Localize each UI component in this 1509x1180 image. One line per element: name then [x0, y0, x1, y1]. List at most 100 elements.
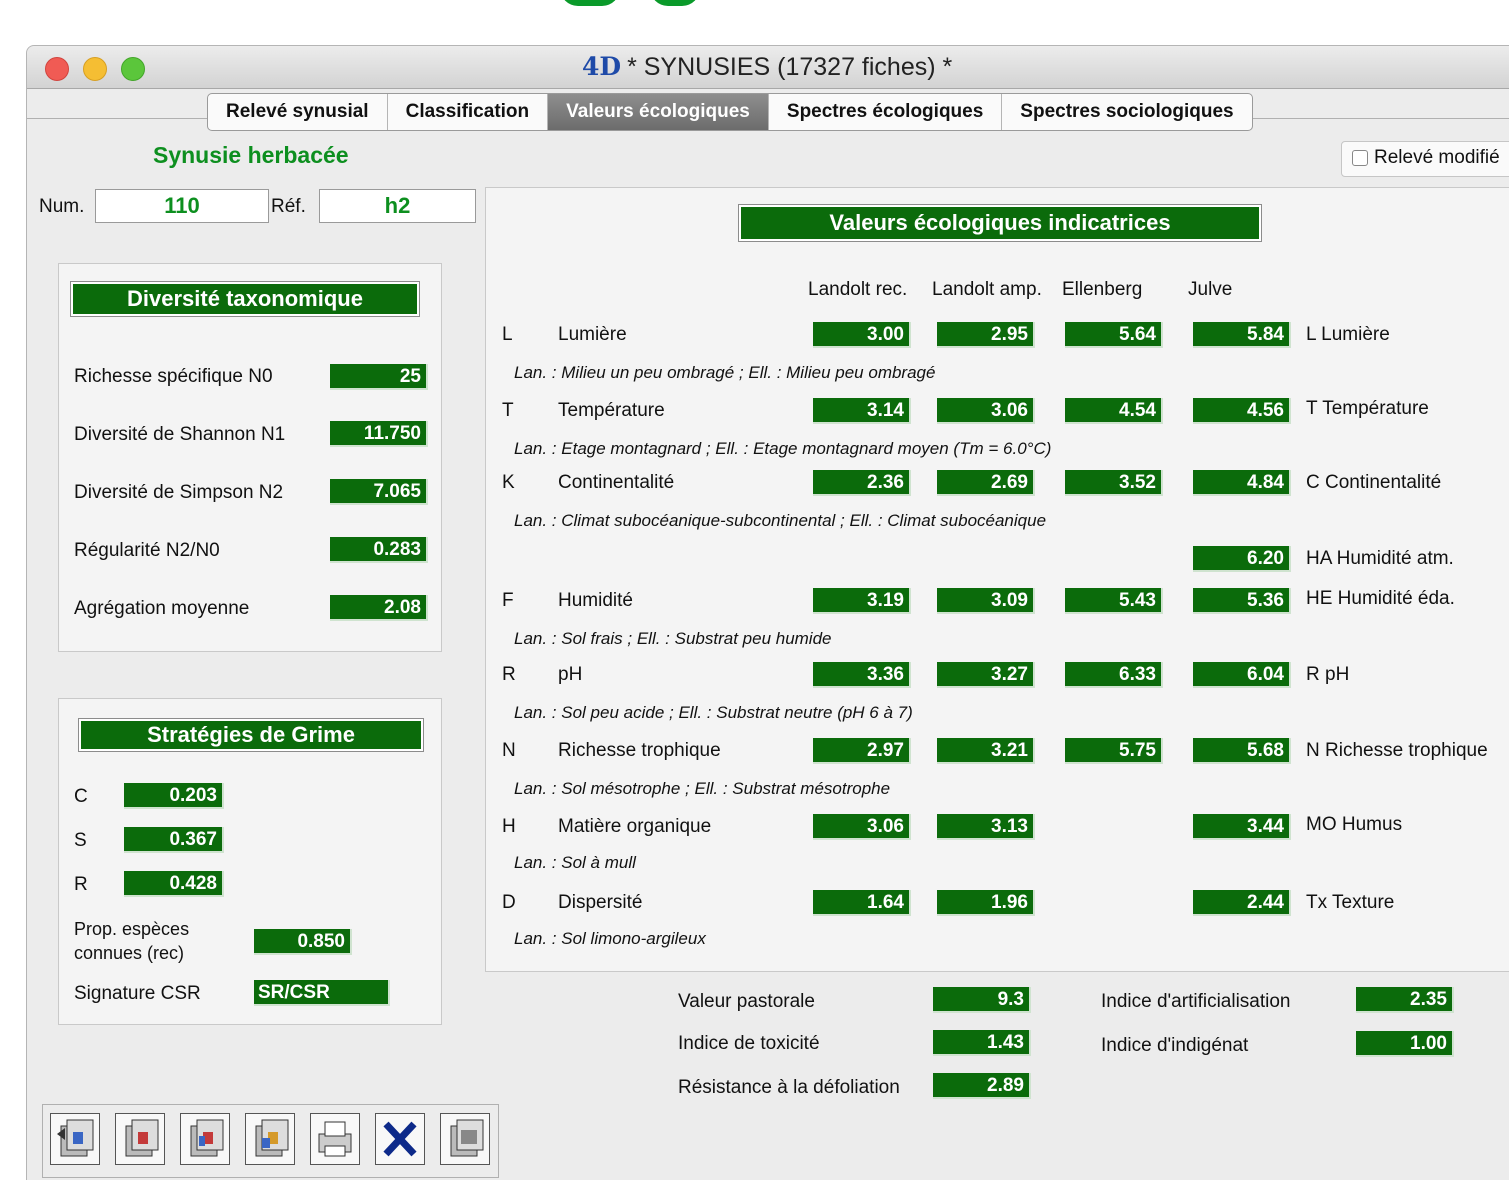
julve-value: 6.04 — [1193, 662, 1291, 688]
valeur-pastorale-label: Valeur pastorale — [678, 991, 815, 1012]
next-record-icon — [190, 1119, 224, 1157]
julve-value: 5.36 — [1193, 588, 1291, 614]
grime-s-label: S — [74, 830, 87, 851]
synusie-title: Synusie herbacée — [153, 142, 349, 168]
defoliation-label: Résistance à la défoliation — [678, 1077, 900, 1098]
defoliation-value: 2.89 — [933, 1073, 1031, 1099]
record-toolbar — [42, 1104, 499, 1178]
tab-classification[interactable]: Classification — [388, 94, 549, 130]
checkbox-box[interactable] — [1352, 150, 1368, 166]
artificialisation-label: Indice d'artificialisation — [1101, 991, 1291, 1012]
tab-spectres-ecologiques[interactable]: Spectres écologiques — [769, 94, 1003, 130]
julve-label: N Richesse trophique — [1306, 740, 1488, 761]
prop-value: 0.850 — [254, 929, 352, 955]
richesse-label: Richesse spécifique N0 — [74, 366, 273, 387]
simpson-label: Diversité de Simpson N2 — [74, 482, 284, 503]
delete-button[interactable] — [375, 1113, 425, 1165]
last-record-icon — [255, 1119, 289, 1157]
landolt-rec-value: 2.97 — [813, 738, 911, 764]
valeur-pastorale-value: 9.3 — [933, 987, 1031, 1013]
row-name: Continentalité — [558, 472, 675, 493]
save-icon — [450, 1119, 484, 1157]
ellenberg-value: 5.64 — [1065, 322, 1163, 348]
julve-value: 4.84 — [1193, 470, 1291, 496]
row-name: Dispersité — [558, 892, 643, 913]
julve-label: C Continentalité — [1306, 472, 1442, 493]
col-ellenberg: Ellenberg — [1062, 279, 1143, 300]
landolt-amp-value: 1.96 — [937, 890, 1035, 916]
ref-field[interactable]: h2 — [319, 189, 476, 223]
row-code: K — [502, 472, 515, 493]
diversite-panel: Diversité taxonomique Richesse spécifiqu… — [58, 263, 442, 652]
ellenberg-value: 4.54 — [1065, 398, 1163, 424]
tab-spectres-sociologiques[interactable]: Spectres sociologiques — [1002, 94, 1251, 130]
zoom-window-button[interactable] — [121, 57, 145, 81]
tab-releve-synusial[interactable]: Relevé synusial — [208, 94, 388, 130]
close-window-button[interactable] — [45, 57, 69, 81]
landolt-amp-value: 3.13 — [937, 814, 1035, 840]
julve-value: 6.20 — [1193, 546, 1291, 572]
signature-value: SR/CSR — [254, 980, 390, 1006]
row-note: Lan. : Sol frais ; Ell. : Substrat peu h… — [514, 629, 832, 648]
print-button[interactable] — [310, 1113, 360, 1165]
row-note: Lan. : Etage montagnard ; Ell. : Etage m… — [514, 439, 1052, 458]
landolt-amp-value: 2.69 — [937, 470, 1035, 496]
landolt-rec-value: 3.06 — [813, 814, 911, 840]
indigenat-label: Indice d'indigénat — [1101, 1035, 1249, 1056]
tab-valeurs-ecologiques[interactable]: Valeurs écologiques — [548, 94, 769, 130]
row-name: Température — [558, 400, 665, 421]
row-note: Lan. : Milieu un peu ombragé ; Ell. : Mi… — [514, 363, 936, 382]
diversite-title: Diversité taxonomique — [71, 282, 419, 316]
grime-title: Stratégies de Grime — [79, 719, 423, 751]
landolt-amp-value: 2.95 — [937, 322, 1035, 348]
ellenberg-value: 5.43 — [1065, 588, 1163, 614]
julve-label: MO Humus — [1306, 814, 1403, 835]
agregation-value: 2.08 — [330, 595, 428, 621]
top-decoration — [560, 0, 860, 6]
ecol-title: Valeurs écologiques indicatrices — [739, 205, 1261, 241]
print-icon — [318, 1121, 352, 1157]
julve-value: 2.44 — [1193, 890, 1291, 916]
title-bar: 4D * SYNUSIES (17327 fiches) * — [27, 46, 1509, 89]
row-note: Lan. : Sol peu acide ; Ell. : Substrat n… — [514, 703, 913, 722]
julve-value: 4.56 — [1193, 398, 1291, 424]
previous-record-button[interactable] — [115, 1113, 165, 1165]
row-name: pH — [558, 664, 583, 685]
col-landolt-amp: Landolt amp. — [932, 279, 1042, 300]
ellenberg-value: 3.52 — [1065, 470, 1163, 496]
minimize-window-button[interactable] — [83, 57, 107, 81]
richesse-value: 25 — [330, 364, 428, 390]
agregation-label: Agrégation moyenne — [74, 598, 250, 619]
first-record-button[interactable] — [50, 1113, 100, 1165]
releve-modifie-checkbox[interactable]: Relevé modifié — [1341, 141, 1509, 177]
grime-panel: Stratégies de Grime C 0.203 S 0.367 R 0.… — [58, 698, 442, 1025]
num-field[interactable]: 110 — [95, 189, 269, 223]
landolt-rec-value: 3.36 — [813, 662, 911, 688]
landolt-rec-value: 3.14 — [813, 398, 911, 424]
landolt-amp-value: 3.27 — [937, 662, 1035, 688]
simpson-value: 7.065 — [330, 479, 428, 505]
shannon-label: Diversité de Shannon N1 — [74, 424, 286, 445]
row-code: F — [502, 590, 514, 611]
row-code: T — [502, 400, 514, 421]
save-button[interactable] — [440, 1113, 490, 1165]
julve-value: 3.44 — [1193, 814, 1291, 840]
prop-label-line2: connues (rec) — [74, 943, 185, 963]
landolt-amp-value: 3.06 — [937, 398, 1035, 424]
toxicite-value: 1.43 — [933, 1030, 1031, 1056]
app-window: 4D * SYNUSIES (17327 fiches) * Relevé syn… — [26, 45, 1509, 1180]
next-record-button[interactable] — [180, 1113, 230, 1165]
julve-label: R pH — [1306, 664, 1350, 685]
col-landolt-rec: Landolt rec. — [808, 279, 908, 300]
ellenberg-value: 5.75 — [1065, 738, 1163, 764]
row-name: Humidité — [558, 590, 633, 611]
window-title-text: * SYNUSIES (17327 fiches) * — [627, 53, 953, 81]
grime-s-value: 0.367 — [124, 827, 224, 853]
window-title: 4D * SYNUSIES (17327 fiches) * — [582, 52, 952, 82]
last-record-button[interactable] — [245, 1113, 295, 1165]
row-note: Lan. : Sol mésotrophe ; Ell. : Substrat … — [514, 779, 891, 798]
row-code: R — [502, 664, 516, 685]
shannon-value: 11.750 — [330, 421, 428, 447]
grime-c-value: 0.203 — [124, 783, 224, 809]
row-code: L — [502, 324, 513, 345]
